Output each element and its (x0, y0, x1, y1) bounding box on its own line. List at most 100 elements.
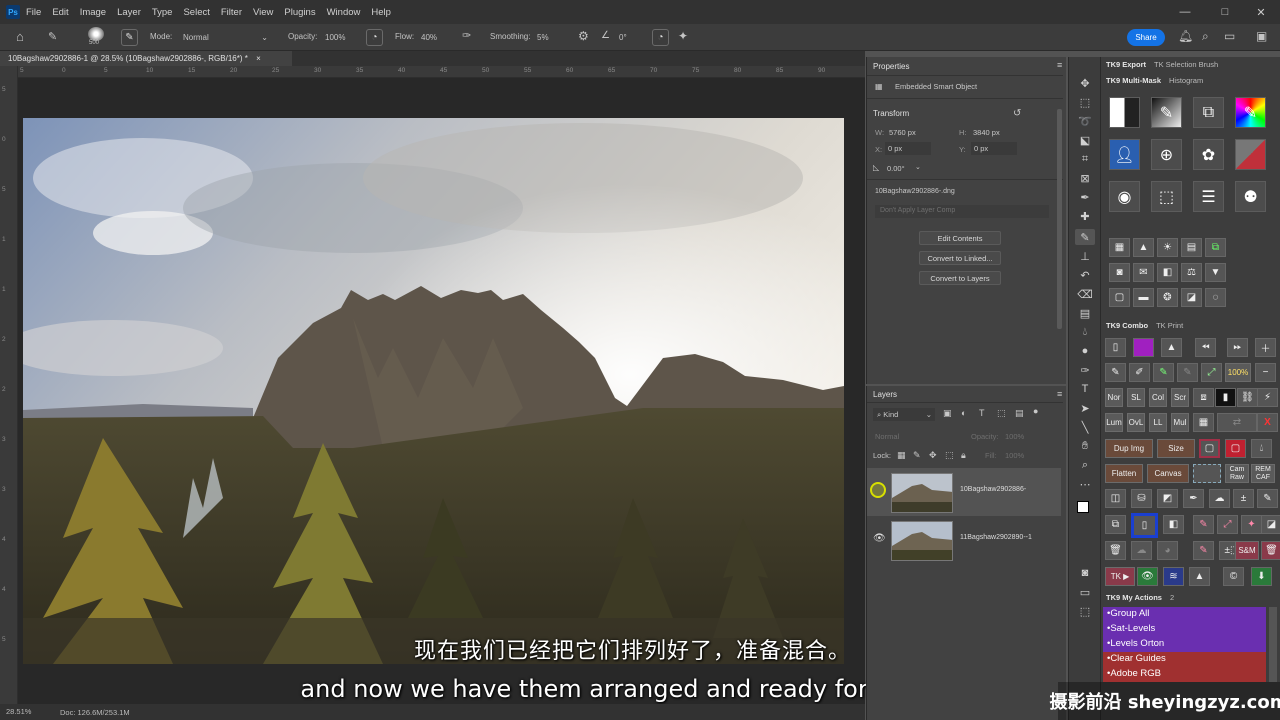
gradient-tool-icon[interactable]: ▤ (1075, 305, 1095, 321)
angle-value[interactable]: 0.00° (887, 164, 905, 173)
brush-tool-icon[interactable]: ✎ (48, 30, 57, 43)
tk-monitor-icon[interactable]: ▬ (1133, 288, 1154, 307)
combo-download-icon[interactable]: ⬇ (1251, 567, 1272, 586)
combo-curve-box-icon[interactable]: ◩ (1157, 489, 1178, 508)
opacity-input[interactable]: 100% (320, 30, 354, 45)
action-levels-orton[interactable]: •Levels Orton (1103, 637, 1266, 652)
angle-input[interactable]: 0° (614, 30, 644, 45)
tk-rgb-icon[interactable]: ❂ (1157, 288, 1178, 307)
layer-opacity-value[interactable]: 100% (1005, 432, 1024, 441)
cam-raw-button[interactable]: Cam Raw (1225, 464, 1249, 483)
filter-type-icon[interactable]: T (979, 408, 985, 418)
mask-select-icon[interactable]: ⬚ (1151, 181, 1182, 212)
combo-bolt-icon[interactable]: ⚡︎ (1257, 388, 1278, 407)
action-group-all[interactable]: •Group All (1103, 607, 1266, 622)
airbrush-icon[interactable]: ✑ (462, 29, 471, 42)
combo-plus-minus-icon[interactable]: ± (1233, 489, 1254, 508)
blend-color-button[interactable]: Col (1149, 388, 1167, 407)
layer-comp-select[interactable]: Don't Apply Layer Comp (875, 205, 1049, 218)
bell-icon[interactable]: 🔔︎ (1178, 29, 1193, 43)
combo-black-icon[interactable]: ▮ (1215, 388, 1236, 407)
tab-tk9-combo[interactable]: TK9 Combo (1106, 321, 1148, 330)
line-tool-icon[interactable]: ╲ (1075, 419, 1095, 435)
actions-scrollbar[interactable] (1269, 607, 1277, 682)
combo-forward-icon[interactable]: ⏩︎ (1227, 338, 1248, 357)
filter-pixel-icon[interactable]: ▣ (943, 408, 952, 419)
combo-zoom-100-button[interactable]: 100% (1225, 363, 1251, 382)
blend-mode-select[interactable]: Normal (875, 432, 899, 441)
artboard-icon[interactable]: ⬚ (1075, 603, 1095, 619)
panel-menu-icon[interactable]: ≡ (1057, 60, 1062, 70)
minimize-button[interactable]: — (1166, 0, 1204, 24)
menu-edit[interactable]: Edit (52, 7, 68, 18)
combo-clouds-icon[interactable]: ☁ (1209, 489, 1230, 508)
layers-menu-icon[interactable]: ≡ (1057, 389, 1062, 399)
frame-tool-icon[interactable]: ⊠ (1075, 170, 1095, 186)
filter-adjustment-icon[interactable]: ◐ (961, 408, 966, 418)
combo-brush-red-icon[interactable]: ✎ (1193, 541, 1214, 560)
combo-calculator-icon[interactable]: ▦ (1193, 413, 1214, 432)
tk-triangle-down-icon[interactable]: ▼ (1205, 263, 1226, 282)
lock-brush-icon[interactable]: ✎ (913, 450, 921, 461)
menu-filter[interactable]: Filter (221, 7, 242, 18)
menu-window[interactable]: Window (327, 7, 361, 18)
combo-arrow-icon[interactable]: ⤢ (1217, 515, 1238, 534)
blend-luminosity-button[interactable]: Lum (1105, 413, 1123, 432)
flow-input[interactable]: 40% (416, 30, 446, 45)
combo-frame-icon[interactable]: ▢ (1199, 439, 1220, 458)
combo-marquee-icon[interactable] (1193, 464, 1221, 483)
convert-to-layers-button[interactable]: Convert to Layers (919, 271, 1001, 285)
mask-load-icon[interactable]: ◉ (1109, 181, 1140, 212)
pen-tool-icon[interactable]: ✑ (1075, 362, 1095, 378)
tab-tk9-export[interactable]: TK9 Export (1106, 60, 1146, 69)
blend-screen-button[interactable]: Scr (1171, 388, 1189, 407)
tk-brightness-icon[interactable]: ☀ (1157, 238, 1178, 257)
workspace-icon[interactable]: ▭ (1224, 29, 1235, 43)
tab-tk9-multimask[interactable]: TK9 Multi-Mask (1106, 76, 1161, 85)
blend-multiply-button[interactable]: Mul (1171, 413, 1189, 432)
combo-pie-icon[interactable]: ◕ (1157, 541, 1178, 560)
combo-half-doc-icon[interactable]: ◧ (1163, 515, 1184, 534)
filter-smart-object-icon[interactable]: ▤ (1015, 408, 1024, 419)
combo-brush-icon[interactable]: ✎ (1105, 363, 1126, 382)
combo-purple-icon[interactable] (1133, 338, 1154, 357)
mode-select[interactable]: Normal ⌄ (178, 30, 272, 45)
combo-fx-icon[interactable]: ⧈ (1193, 388, 1214, 407)
tk-envelope-icon[interactable]: ✉ (1133, 263, 1154, 282)
combo-smart-stack-icon[interactable]: ⛁ (1131, 489, 1152, 508)
close-window-button[interactable]: ✕ (1242, 0, 1280, 24)
y-input[interactable]: 0 px (971, 142, 1017, 155)
tk-levels-icon[interactable]: ▦ (1109, 238, 1130, 257)
edit-contents-button[interactable]: Edit Contents (919, 231, 1001, 245)
combo-rgb-icon[interactable]: ▲ (1161, 338, 1182, 357)
blend-linearlight-button[interactable]: LL (1149, 413, 1167, 432)
close-tab-icon[interactable]: × (256, 54, 261, 63)
layer-filter-select[interactable]: ⌕ Kind ⌄ (873, 408, 935, 421)
size-button[interactable]: Size (1157, 439, 1195, 458)
action-sat-levels[interactable]: •Sat-Levels (1103, 622, 1266, 637)
gear-icon[interactable]: ⚙ (578, 29, 589, 43)
mask-person-icon[interactable]: 👤︎ (1109, 139, 1140, 170)
tk-swirl-icon[interactable]: ◌ (1205, 288, 1226, 307)
lock-all-icon[interactable]: 🔒︎ (961, 450, 966, 461)
combo-stack-icon[interactable]: ≋ (1163, 567, 1184, 586)
combo-swap-icon[interactable]: ⇄ (1217, 413, 1257, 432)
lasso-tool-icon[interactable]: ➰ (1075, 113, 1095, 129)
menu-plugins[interactable]: Plugins (284, 7, 315, 18)
tk-balance-icon[interactable]: ⚖ (1181, 263, 1202, 282)
action-adobe-rgb[interactable]: •Adobe RGB (1103, 667, 1266, 682)
tk-film-icon[interactable]: ▤ (1181, 238, 1202, 257)
width-value[interactable]: 5760 px (889, 128, 916, 137)
convert-to-linked-button[interactable]: Convert to Linked... (919, 251, 1001, 265)
menu-image[interactable]: Image (80, 7, 106, 18)
dodge-tool-icon[interactable]: ● (1075, 343, 1095, 359)
brush-preview-icon[interactable] (88, 27, 104, 41)
mask-brush-icon[interactable]: ✎ (1151, 97, 1182, 128)
document-tab[interactable]: 10Bagshaw2902886-1 @ 28.5% (10Bagshaw290… (0, 51, 292, 66)
hand-tool-icon[interactable]: ✋︎ (1075, 438, 1095, 454)
rem-caf-button[interactable]: REM CAF (1251, 464, 1275, 483)
combo-wand-icon[interactable]: ✦ (1241, 515, 1262, 534)
lock-position-icon[interactable]: ✥ (929, 450, 937, 461)
menu-file[interactable]: File (26, 7, 41, 18)
menu-layer[interactable]: Layer (117, 7, 141, 18)
